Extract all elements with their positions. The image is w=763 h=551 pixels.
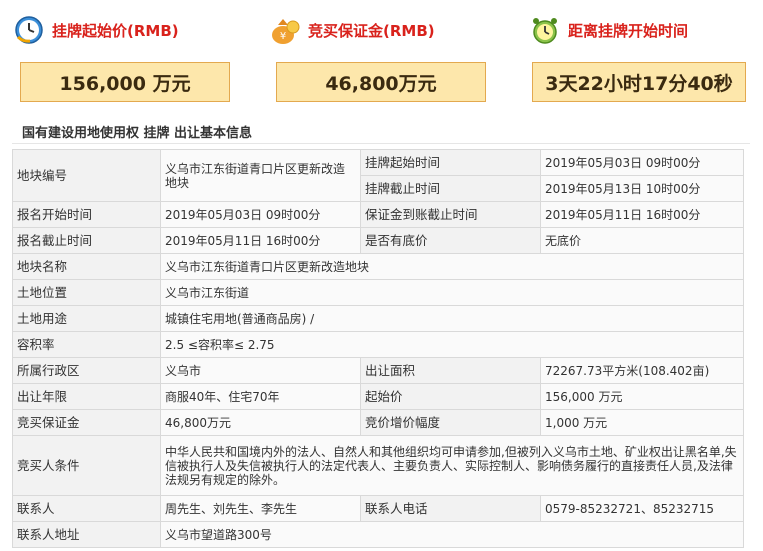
deposit-cell: 46,800万元 [160,409,361,436]
svg-text:¥: ¥ [280,31,286,42]
contact-value: 周先生、刘先生、李先生 [160,495,361,522]
deposit-deadline-value: 2019年05月11日 16时00分 [540,201,744,228]
reg-end-key: 报名截止时间 [12,227,161,254]
reg-start-value: 2019年05月03日 09时00分 [160,201,361,228]
start-price-label: 挂牌起始价(RMB) [52,21,179,40]
start-price-value: 156,000 万元 [20,62,230,102]
listing-end-value: 2019年05月13日 10时00分 [540,175,744,202]
clock-icon [12,13,46,47]
table-row: 地块名称 义乌市江东街道青口片区更新改造地块 [12,253,744,280]
far-key: 容积率 [12,331,161,358]
increment-value: 1,000 万元 [540,409,744,436]
price-summary: 挂牌起始价(RMB) 156,000 万元 ¥ 竞买保证金(RMB) 46,80… [0,0,763,118]
plot-no-key: 地块编号 [12,149,161,202]
plot-no-value: 义乌市江东街道青口片区更新改造地块 [160,149,361,202]
conditions-key: 竞买人条件 [12,435,161,496]
table-row: 竞买保证金 46,800万元 竞价增价幅度 1,000 万元 [12,409,744,436]
usage-value: 城镇住宅用地(普通商品房) / [160,305,744,332]
listing-start-value: 2019年05月03日 09时00分 [540,149,744,176]
address-key: 联系人地址 [12,521,161,548]
reg-end-value: 2019年05月11日 16时00分 [160,227,361,254]
phone-value: 0579-85232721、85232715 [540,495,744,522]
table-row: 土地用途 城镇住宅用地(普通商品房) / [12,305,744,332]
table-row: 联系人地址 义乌市望道路300号 [12,521,744,548]
area-value: 72267.73平方米(108.402亩) [540,357,744,384]
table-row: 竞买人条件 中华人民共和国境内外的法人、自然人和其他组织均可申请参加,但被列入义… [12,435,744,496]
plot-name-key: 地块名称 [12,253,161,280]
reserve-key: 是否有底价 [360,227,541,254]
location-key: 土地位置 [12,279,161,306]
reg-start-key: 报名开始时间 [12,201,161,228]
district-key: 所属行政区 [12,357,161,384]
reserve-value: 无底价 [540,227,744,254]
start-price-metric: 挂牌起始价(RMB) 156,000 万元 [12,10,230,102]
start-price-key: 起始价 [360,383,541,410]
divider [12,143,750,144]
deposit-label: 竞买保证金(RMB) [308,21,435,40]
deposit-metric: ¥ 竞买保证金(RMB) 46,800万元 [268,10,486,102]
money-bag-icon: ¥ [268,13,302,47]
district-value: 义乌市 [160,357,361,384]
table-row: 报名开始时间 2019年05月03日 09时00分 保证金到账截止时间 2019… [12,201,744,228]
table-row: 容积率 2.5 ≤容积率≤ 2.75 [12,331,744,358]
table-row: 报名截止时间 2019年05月11日 16时00分 是否有底价 无底价 [12,227,744,254]
listing-start-key: 挂牌起始时间 [360,149,541,176]
term-value: 商服40年、住宅70年 [160,383,361,410]
start-price-cell: 156,000 万元 [540,383,744,410]
section-title: 国有建设用地使用权 挂牌 出让基本信息 [22,126,253,141]
listing-end-key: 挂牌截止时间 [360,175,541,202]
table-row: 联系人 周先生、刘先生、李先生 联系人电话 0579-85232721、8523… [12,495,744,522]
increment-key: 竞价增价幅度 [360,409,541,436]
table-row: 地块编号 义乌市江东街道青口片区更新改造地块 挂牌起始时间 2019年05月03… [12,149,744,202]
plot-name-value: 义乌市江东街道青口片区更新改造地块 [160,253,744,280]
address-value: 义乌市望道路300号 [160,521,744,548]
deposit-deadline-key: 保证金到账截止时间 [360,201,541,228]
phone-key: 联系人电话 [360,495,541,522]
contact-key: 联系人 [12,495,161,522]
countdown-value: 3天22小时17分40秒 [532,62,746,102]
area-key: 出让面积 [360,357,541,384]
countdown-metric: 距离挂牌开始时间 3天22小时17分40秒 [528,10,746,102]
term-key: 出让年限 [12,383,161,410]
deposit-value: 46,800万元 [276,62,486,102]
countdown-label: 距离挂牌开始时间 [568,21,689,40]
table-row: 所属行政区 义乌市 出让面积 72267.73平方米(108.402亩) [12,357,744,384]
usage-key: 土地用途 [12,305,161,332]
deposit-key: 竞买保证金 [12,409,161,436]
location-value: 义乌市江东街道 [160,279,744,306]
table-row: 土地位置 义乌市江东街道 [12,279,744,306]
conditions-value: 中华人民共和国境内外的法人、自然人和其他组织均可申请参加,但被列入义乌市土地、矿… [160,435,744,496]
table-row: 出让年限 商服40年、住宅70年 起始价 156,000 万元 [12,383,744,410]
far-value: 2.5 ≤容积率≤ 2.75 [160,331,744,358]
alarm-clock-icon [528,13,562,47]
info-table: 地块编号 义乌市江东街道青口片区更新改造地块 挂牌起始时间 2019年05月03… [12,149,744,548]
